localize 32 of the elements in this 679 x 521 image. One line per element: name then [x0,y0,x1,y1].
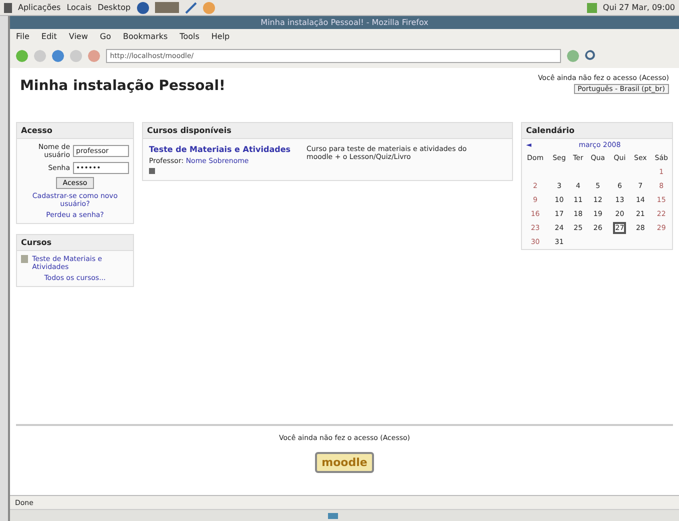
forward-icon[interactable] [34,50,46,62]
site-title: Minha instalação Pessoal! [20,78,226,94]
globe-icon[interactable] [136,2,149,14]
panel-menu[interactable]: Locais [66,3,92,12]
stop-icon[interactable] [70,50,82,62]
back-icon[interactable] [16,50,28,62]
network-icon[interactable] [586,2,597,12]
panel-menu[interactable]: Desktop [98,3,131,12]
folder-icon[interactable] [154,2,179,13]
scrollbar[interactable] [10,509,679,521]
course-link[interactable]: Teste de Materiais e Atividades [149,145,291,154]
block-title: Cursos disponíveis [143,123,512,139]
menu-item[interactable]: Go [100,32,111,41]
block-title: Cursos [17,235,133,251]
menu-item[interactable]: Bookmarks [122,32,168,41]
menu-item[interactable]: Help [211,32,230,41]
pen-icon[interactable] [184,2,197,14]
clock[interactable]: Qui 27 Mar, 09:00 [602,3,675,12]
menu-item[interactable]: Tools [180,32,200,41]
menu-item[interactable]: File [16,32,30,41]
block-title: Acesso [17,123,133,139]
menu-item[interactable]: View [68,32,88,41]
reload-icon[interactable] [52,50,64,62]
block-title: Calendário [522,123,672,139]
home-icon[interactable] [88,50,100,62]
course-icon [21,255,28,263]
panel-menu[interactable]: Aplicações [18,3,61,12]
go-icon[interactable] [567,50,579,62]
menu-item[interactable]: Edit [41,32,57,41]
window-title: Minha instalação Pessoal! - Mozilla Firefox [10,16,679,29]
app-icon[interactable] [202,2,215,14]
search-icon[interactable] [585,50,597,62]
